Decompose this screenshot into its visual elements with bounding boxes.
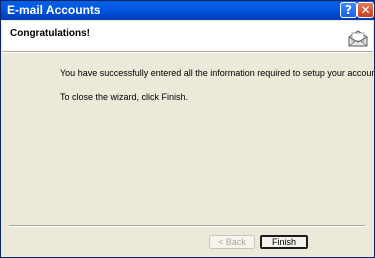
footer-divider-highlight (9, 226, 365, 227)
wizard-header: Congratulations! (2, 21, 373, 51)
envelope-icon (347, 28, 369, 53)
help-button[interactable]: ? (340, 2, 357, 18)
close-instruction: To close the wizard, click Finish. (60, 92, 189, 102)
email-accounts-dialog: E-mail Accounts ? ✕ Congratulations! You… (0, 0, 375, 258)
title-bar[interactable]: E-mail Accounts ? ✕ (1, 1, 374, 20)
close-button[interactable]: ✕ (357, 2, 374, 18)
back-button[interactable]: < Back (209, 235, 255, 249)
finish-button[interactable]: Finish (260, 235, 308, 249)
success-message: You have successfully entered all the in… (60, 68, 375, 78)
header-divider-highlight (2, 52, 373, 53)
page-title: Congratulations! (10, 28, 90, 39)
window-title: E-mail Accounts (7, 3, 101, 17)
